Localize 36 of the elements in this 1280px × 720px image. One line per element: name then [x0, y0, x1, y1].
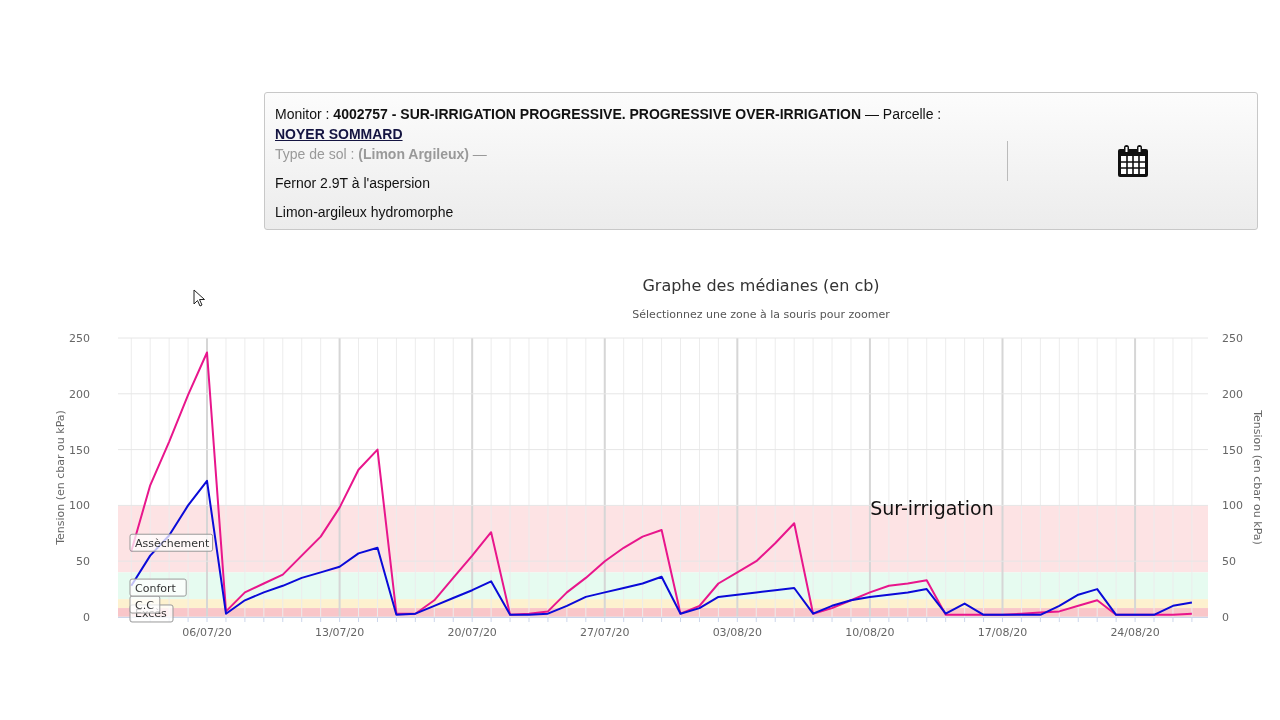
note-text: Limon-argileux hydromorphe — [275, 203, 455, 222]
y-tick-label: 100 — [1222, 499, 1243, 513]
x-tick-label: 27/07/20 — [580, 626, 630, 639]
y-tick-label: 250 — [69, 332, 90, 345]
y-axis-title: Tension (en cbar ou kPa) — [1251, 410, 1264, 545]
note-text: Fernor 2.9T à l'aspersion — [275, 174, 431, 193]
y-tick-label: 150 — [69, 443, 90, 457]
y-tick-label: 0 — [83, 611, 90, 624]
parcel-link[interactable]: NOYER SOMMARD — [275, 126, 403, 142]
x-tick-label: 10/08/20 — [845, 626, 895, 639]
band-label: Confort — [135, 581, 177, 595]
x-tick-label: 17/08/20 — [977, 626, 1028, 639]
y-axis-title: Tension (en cbar ou kPa) — [54, 410, 67, 545]
soil-type: Type de sol : (Limon Argileux) — — [275, 145, 488, 164]
chart-title: Graphe des médianes (en cb) — [642, 276, 880, 295]
calendar-icon[interactable] — [1116, 144, 1149, 178]
y-tick-label: 50 — [76, 555, 90, 569]
y-tick-label: 200 — [69, 387, 90, 401]
x-tick-label: 03/08/20 — [712, 626, 763, 639]
y-tick-label: 150 — [1222, 443, 1243, 457]
band-label: Assèchement — [129, 533, 214, 552]
y-tick-label: 50 — [1222, 555, 1236, 569]
cursor-icon — [193, 289, 205, 307]
y-tick-label: 100 — [69, 499, 90, 513]
annotation-text: Sur-irrigation — [870, 497, 994, 519]
y-tick-label: 250 — [1222, 332, 1243, 345]
x-tick-label: 24/08/20 — [1110, 626, 1160, 639]
x-tick-label: 13/07/20 — [314, 626, 365, 639]
band-label: Assèchement — [135, 536, 210, 550]
x-tick-label: 20/07/20 — [447, 626, 497, 639]
y-tick-label: 0 — [1222, 611, 1229, 624]
band-label: Confort — [129, 578, 187, 597]
monitor-title: Monitor : 4002757 - SUR-IRRIGATION PROGRESSIVE. PROGRESSIVE OVER-IRRIGATION — Parcelle : NOYER SOMMARD — [275, 105, 943, 144]
y-tick-label: 200 — [1222, 387, 1243, 401]
chart-subtitle: Sélectionnez une zone à la souris pour zoomer — [632, 308, 890, 321]
x-tick-label: 06/07/20 — [182, 626, 232, 639]
